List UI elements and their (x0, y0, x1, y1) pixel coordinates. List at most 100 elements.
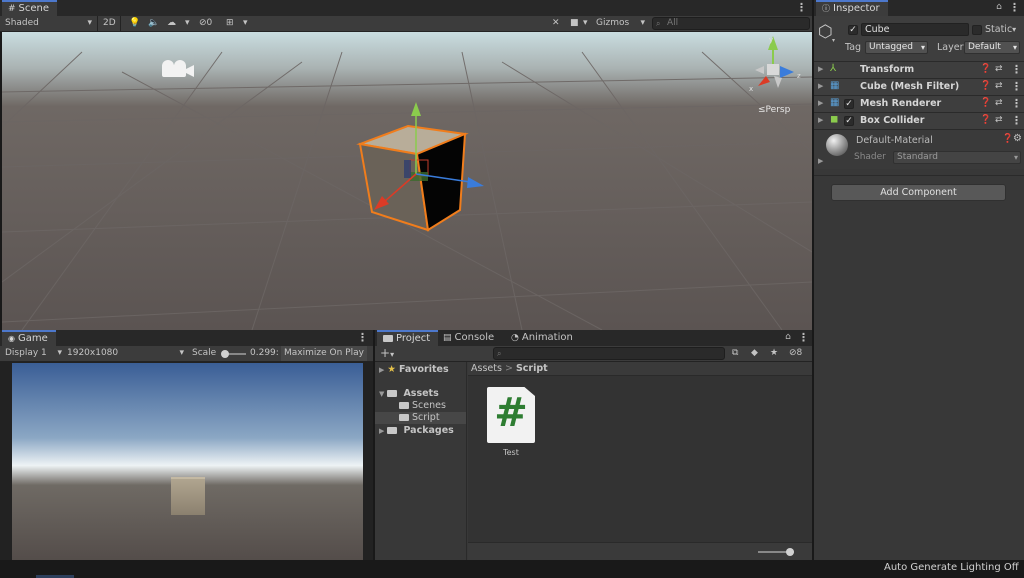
layer-dropdown[interactable]: Default ▾ (964, 41, 1020, 54)
mesh-renderer-icon: ▦ (830, 97, 840, 108)
gizmos-dropdown[interactable]: Gizmos ▾ (593, 16, 647, 31)
shader-label: Shader (854, 152, 886, 162)
scene-visibility-icon[interactable]: ⊘0 (196, 16, 215, 31)
help-icon[interactable]: ❓ (1002, 134, 1013, 144)
divider (120, 16, 121, 31)
grid-snap-icon[interactable]: ⊞ (223, 16, 237, 31)
lighting-status-text[interactable]: Auto Generate Lighting Off (884, 562, 1019, 573)
display-dropdown[interactable]: Display 1 ▾ (2, 346, 62, 361)
2d-toggle-button[interactable]: 2D (100, 16, 119, 31)
chevron-down-icon: ▾ (640, 18, 645, 28)
component-transform[interactable]: ▶ ⅄ Transform ❓ ⇄ ⋮ (814, 61, 1024, 78)
enabled-checkbox[interactable]: ✓ (844, 99, 854, 109)
game-viewport[interactable] (12, 363, 363, 560)
search-by-type-icon[interactable]: ⧉ (729, 346, 741, 361)
chevron-right-icon: ▶ (379, 366, 385, 374)
tab-project[interactable]: Project (377, 330, 439, 346)
asset-item-test[interactable]: # Test (482, 387, 540, 459)
gamepad-icon: ◉ (8, 334, 15, 343)
chevron-down-icon: ▾ (179, 348, 184, 358)
icon-size-slider-thumb[interactable] (786, 548, 794, 556)
resolution-dropdown[interactable]: 1920x1080 ▾ (64, 346, 186, 361)
help-icon[interactable]: ❓ (980, 115, 991, 125)
camera-chevron-icon[interactable]: ▾ (580, 16, 591, 31)
component-mesh-filter[interactable]: ▶ ▦ Cube (Mesh Filter) ❓ ⇄ ⋮ (814, 78, 1024, 95)
lock-icon[interactable]: ⌂ (994, 0, 1004, 16)
gameobject-cube-icon[interactable]: ⬡ (818, 22, 833, 42)
static-checkbox[interactable] (972, 25, 982, 35)
shader-dropdown[interactable]: Standard ▾ (893, 151, 1021, 164)
active-checkbox[interactable]: ✓ (848, 25, 858, 35)
lock-icon[interactable]: ⌂ (783, 330, 793, 346)
help-icon[interactable]: ❓ (980, 64, 991, 74)
settings-gear-icon[interactable]: ⚙ (1013, 133, 1022, 144)
layer-label: Layer (937, 42, 964, 53)
help-icon[interactable]: ❓ (980, 81, 991, 91)
scene-search-input[interactable]: ⌕ All (652, 17, 810, 30)
maximize-on-play-toggle[interactable]: Maximize On Play (281, 346, 367, 361)
asset-label: Test (503, 448, 519, 457)
tab-game[interactable]: ◉ Game (2, 330, 56, 346)
help-icon[interactable]: ❓ (980, 98, 991, 108)
static-dropdown[interactable]: Static▾ (985, 24, 1016, 35)
tab-console[interactable]: ▤ Console (443, 332, 494, 343)
scale-slider[interactable] (221, 350, 246, 358)
tab-animation[interactable]: ◔ Animation (511, 332, 573, 343)
component-menu-kebab-icon[interactable]: ⋮ (1011, 114, 1022, 127)
chevron-down-icon: ▾ (1012, 43, 1017, 52)
lighting-toggle-icon[interactable]: 💡 (126, 16, 143, 31)
component-menu-kebab-icon[interactable]: ⋮ (1011, 80, 1022, 93)
icon-size-slider[interactable] (758, 548, 794, 556)
audio-toggle-icon[interactable]: 🔈 (145, 16, 162, 31)
object-name-field[interactable]: Cube (861, 23, 969, 36)
component-menu-kebab-icon[interactable]: ⋮ (1011, 63, 1022, 76)
breadcrumb-item-assets[interactable]: Assets (471, 363, 502, 374)
object-header: ⬡ ▾ ✓ Cube Static▾ Tag Untagged ▾ Layer D… (814, 16, 1024, 61)
breadcrumb-separator-icon: > (504, 363, 516, 374)
grid-snap-chevron-icon[interactable]: ▾ (240, 16, 251, 31)
preset-icon[interactable]: ⇄ (995, 98, 1003, 108)
component-box-collider[interactable]: ▶ ◼ ✓ Box Collider ❓ ⇄ ⋮ (814, 112, 1024, 129)
preset-icon[interactable]: ⇄ (995, 64, 1003, 74)
project-search-input[interactable]: ⌕ (493, 347, 725, 360)
tree-item-scenes[interactable]: Scenes (399, 400, 446, 411)
project-folder-tree: ▶ ★ Favorites ▼ Assets Scenes Script ▶ P… (375, 362, 467, 560)
tree-item-script[interactable]: Script (375, 412, 466, 424)
favorite-search-icon[interactable]: ★ (767, 346, 781, 361)
shading-mode-dropdown[interactable]: Shaded ▾ (2, 16, 94, 31)
effects-toggle-icon[interactable]: ☁ (164, 16, 179, 31)
scene-viewport[interactable]: x y z ≤Persp (2, 32, 812, 330)
scale-slider-thumb[interactable] (221, 350, 229, 358)
persp-label[interactable]: ≤Persp (758, 105, 791, 115)
material-sphere-icon[interactable] (826, 134, 848, 156)
tab-scene[interactable]: # Scene (2, 0, 58, 16)
inspector-menu-kebab-icon[interactable]: ⋮ (1009, 0, 1020, 16)
scene-3d-view[interactable]: x y z ≤Persp (2, 32, 812, 330)
effects-dropdown-chevron-icon[interactable]: ▾ (182, 16, 193, 31)
component-menu-kebab-icon[interactable]: ⋮ (1011, 97, 1022, 110)
game-panel: ◉ Game ⋮ Display 1 ▾ 1920x1080 ▾ Scale 0.… (0, 330, 373, 560)
create-asset-button[interactable]: +▾ (377, 346, 397, 361)
game-menu-kebab-icon[interactable]: ⋮ (357, 330, 368, 346)
enabled-checkbox[interactable]: ✓ (844, 116, 854, 126)
preset-icon[interactable]: ⇄ (995, 81, 1003, 91)
icon-chevron-down-icon[interactable]: ▾ (832, 37, 835, 44)
preset-icon[interactable]: ⇄ (995, 115, 1003, 125)
tree-item-assets[interactable]: ▼ Assets (379, 388, 439, 399)
hidden-packages-toggle[interactable]: ⊘8 (786, 346, 805, 361)
tag-dropdown[interactable]: Untagged ▾ (865, 41, 928, 54)
divider (97, 16, 98, 31)
scene-menu-kebab-icon[interactable]: ⋮ (796, 0, 807, 16)
search-by-label-icon[interactable]: ◆ (748, 346, 761, 361)
tools-icon[interactable]: ✕ (549, 16, 563, 31)
add-component-button[interactable]: Add Component (831, 184, 1006, 201)
tree-item-packages[interactable]: ▶ Packages (379, 425, 454, 436)
tree-item-favorites[interactable]: ▶ ★ Favorites (379, 364, 449, 375)
component-mesh-renderer[interactable]: ▶ ▦ ✓ Mesh Renderer ❓ ⇄ ⋮ (814, 95, 1024, 112)
chevron-down-icon: ▾ (87, 18, 92, 28)
project-menu-kebab-icon[interactable]: ⋮ (798, 330, 809, 346)
tab-inspector[interactable]: ⓘ Inspector (816, 0, 888, 16)
chevron-right-icon[interactable]: ▶ (818, 157, 823, 165)
box-collider-icon: ◼ (830, 114, 839, 125)
breadcrumb-item-script[interactable]: Script (516, 363, 548, 374)
